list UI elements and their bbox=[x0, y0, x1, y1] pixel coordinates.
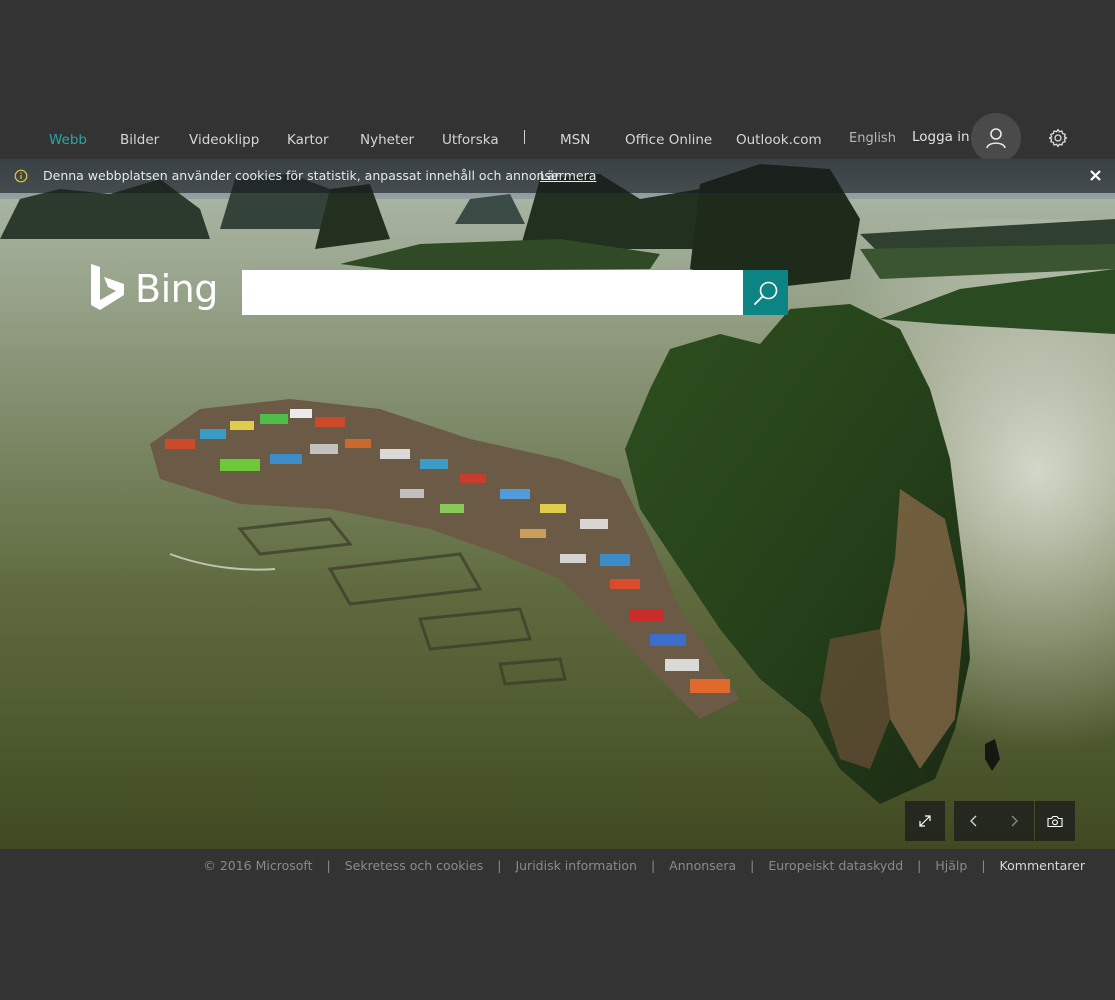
search-icon bbox=[753, 281, 777, 305]
close-banner-button[interactable] bbox=[1086, 167, 1104, 185]
background-image: Denna webbplatsen använder cookies för s… bbox=[0, 159, 1115, 849]
gear-icon bbox=[1048, 128, 1068, 148]
privacy-link[interactable]: Sekretess och cookies bbox=[345, 858, 484, 873]
footer-separator: | bbox=[326, 858, 331, 873]
search-button[interactable] bbox=[743, 270, 788, 315]
advertise-link[interactable]: Annonsera bbox=[669, 858, 736, 873]
cookie-message: Denna webbplatsen använder cookies för s… bbox=[43, 168, 567, 183]
nav-item-bilder[interactable]: Bilder bbox=[120, 132, 159, 148]
copyright-text: © 2016 Microsoft bbox=[203, 858, 313, 873]
camera-icon bbox=[1047, 815, 1063, 827]
signin-link[interactable]: Logga in bbox=[912, 129, 970, 145]
bing-logo-text: Bing bbox=[135, 267, 218, 311]
help-link[interactable]: Hjälp bbox=[935, 858, 967, 873]
settings-button[interactable] bbox=[1046, 126, 1070, 150]
avatar-button[interactable] bbox=[971, 113, 1021, 163]
footer-separator: | bbox=[650, 858, 656, 873]
nav-item-office-online[interactable]: Office Online bbox=[625, 132, 712, 148]
expand-icon bbox=[919, 815, 931, 827]
eu-privacy-link[interactable]: Europeiskt dataskydd bbox=[768, 858, 903, 873]
user-icon bbox=[986, 128, 1006, 149]
footer-separator: | bbox=[981, 858, 986, 873]
bing-logo-icon bbox=[91, 264, 124, 310]
chevron-left-icon bbox=[970, 815, 977, 827]
expand-button[interactable] bbox=[905, 801, 945, 841]
footer: © 2016 Microsoft | Sekretess och cookies… bbox=[0, 849, 1115, 883]
cookie-banner: Denna webbplatsen använder cookies för s… bbox=[0, 159, 1115, 193]
footer-separator: | bbox=[917, 858, 922, 873]
nav-item-videoklipp[interactable]: Videoklipp bbox=[189, 132, 259, 148]
top-navigation: Webb Bilder Videoklipp Kartor Nyheter Ut… bbox=[0, 108, 1115, 164]
close-icon bbox=[1089, 170, 1101, 181]
previous-image-button[interactable] bbox=[954, 801, 994, 841]
search-input[interactable] bbox=[242, 270, 743, 315]
legal-link[interactable]: Juridisk information bbox=[515, 858, 637, 873]
next-image-button[interactable] bbox=[994, 801, 1034, 841]
nav-item-outlook[interactable]: Outlook.com bbox=[736, 132, 822, 148]
learn-more-link[interactable]: Lär mera bbox=[540, 168, 596, 183]
image-info-button[interactable] bbox=[1035, 801, 1075, 841]
chevron-right-icon bbox=[1011, 815, 1018, 827]
footer-separator: | bbox=[750, 858, 755, 873]
footer-separator: | bbox=[497, 858, 502, 873]
nav-item-msn[interactable]: MSN bbox=[560, 132, 590, 148]
bing-logo[interactable]: Bing bbox=[89, 263, 219, 315]
language-link[interactable]: English bbox=[849, 131, 896, 146]
nav-item-nyheter[interactable]: Nyheter bbox=[360, 132, 414, 148]
feedback-link[interactable]: Kommentarer bbox=[1000, 858, 1085, 873]
nav-divider bbox=[524, 130, 525, 144]
nav-item-kartor[interactable]: Kartor bbox=[287, 132, 329, 148]
nav-item-webb[interactable]: Webb bbox=[49, 132, 87, 148]
info-icon bbox=[14, 169, 28, 183]
nav-item-utforska[interactable]: Utforska bbox=[442, 132, 499, 148]
